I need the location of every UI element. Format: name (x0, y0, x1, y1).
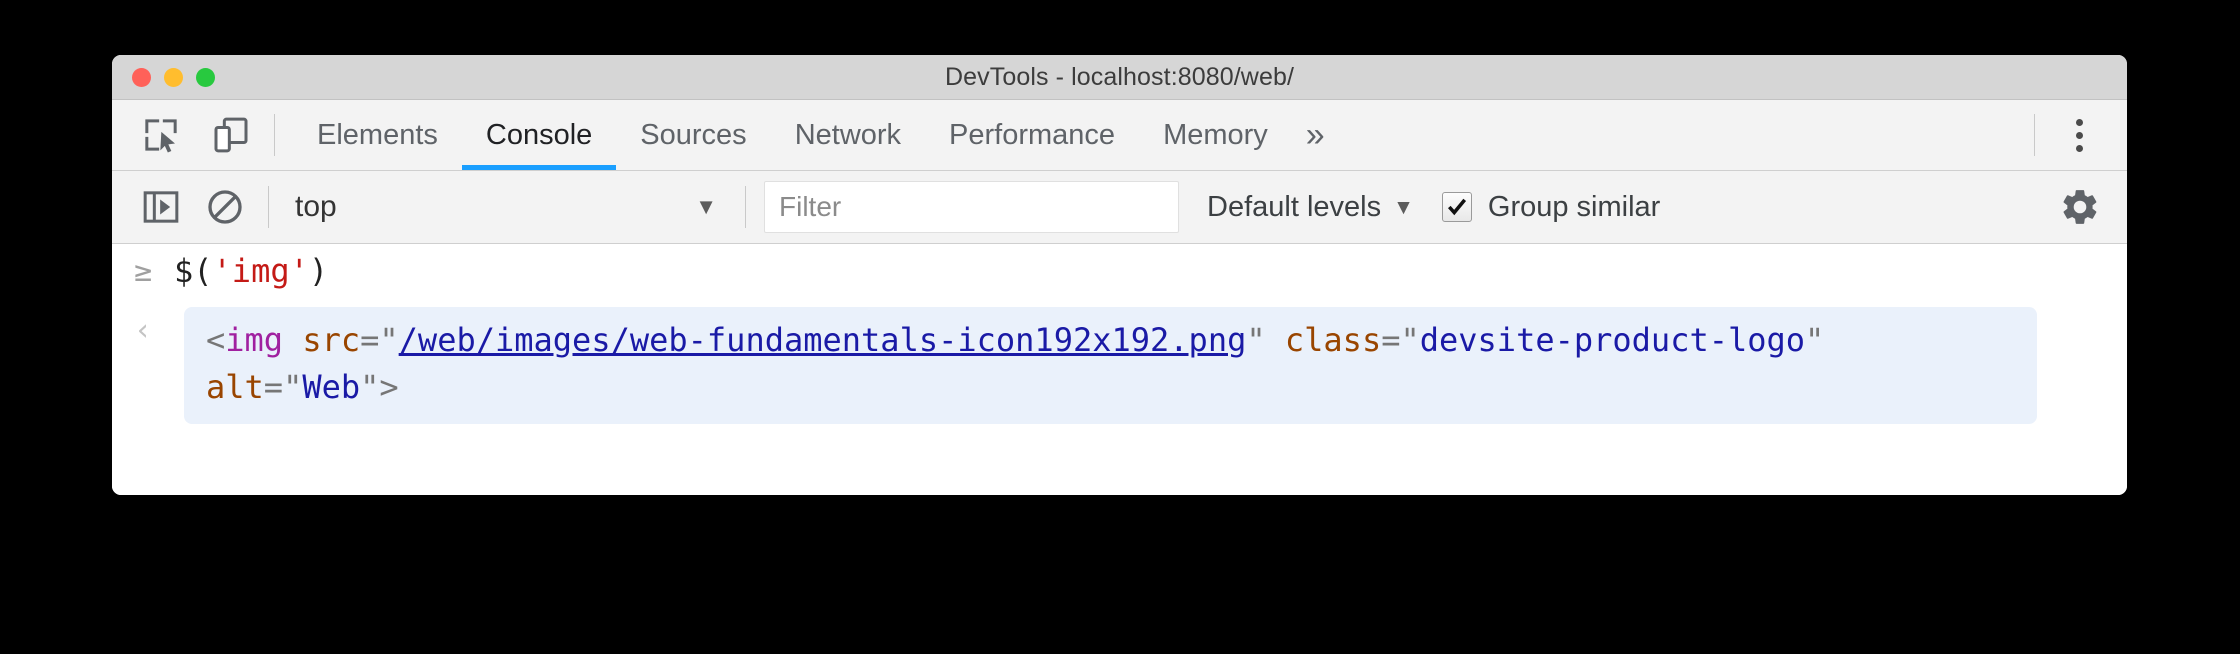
tab-performance[interactable]: Performance (925, 100, 1139, 170)
more-tabs-icon[interactable]: » (1292, 100, 1345, 170)
console-prompt-gutter: ≥ (112, 244, 174, 287)
console-result-value[interactable]: <img src="/web/images/web-fundamentals-i… (184, 307, 2037, 424)
minimize-window-button[interactable] (164, 67, 183, 87)
attr-quote: " (1246, 321, 1266, 360)
console-toolbar-divider-2 (745, 186, 746, 228)
console-input-expression: $('img') (174, 244, 328, 303)
log-levels-selector[interactable]: Default levels ▼ (1207, 191, 1414, 224)
inspect-element-glyph (145, 119, 177, 153)
console-result-row: ‹ <img src="/web/images/web-fundamentals… (112, 303, 2127, 424)
attr-name-class: class (1284, 321, 1382, 360)
devtools-tab-bar: Elements Console Sources Network Perform… (112, 100, 2127, 171)
input-suffix: ) (308, 252, 329, 290)
gear-glyph (2063, 190, 2097, 224)
tab-elements[interactable]: Elements (293, 100, 462, 170)
tab-memory[interactable]: Memory (1139, 100, 1292, 170)
chevron-down-icon: ▼ (1393, 195, 1414, 219)
attr-name-alt: alt (206, 367, 264, 406)
devtools-window: DevTools - localhost:8080/web/ Elements … (112, 55, 2127, 495)
tab-console[interactable]: Console (461, 100, 617, 170)
console-sidebar-icon[interactable] (136, 182, 186, 232)
more-options-icon[interactable] (2053, 109, 2105, 161)
title-bar: DevTools - localhost:8080/web/ (112, 55, 2127, 100)
tab-bar-divider (274, 114, 275, 156)
input-prefix: $( (174, 252, 213, 290)
gear-icon[interactable] (2055, 182, 2105, 232)
execution-context-selector[interactable]: top ▼ (287, 190, 727, 224)
console-sidebar-glyph (143, 191, 179, 223)
device-toolbar-icon[interactable] (206, 110, 256, 160)
group-similar-label: Group similar (1487, 190, 1661, 223)
window-title: DevTools - localhost:8080/web/ (944, 62, 1295, 91)
close-window-button[interactable] (132, 67, 151, 87)
group-similar-toggle[interactable]: Group similar (1441, 190, 1661, 224)
attr-quote: " (379, 321, 399, 360)
tag-open-bracket: < (206, 321, 226, 360)
console-input-row: ≥ $('img') (112, 244, 2127, 303)
attr-equals: = (360, 321, 380, 360)
kebab-dot (2075, 144, 2083, 152)
console-message-list[interactable]: ≥ $('img') ‹ <img src="/web/images/web-f… (112, 244, 2127, 495)
attr-quote: " (360, 367, 380, 406)
kebab-dot (2075, 131, 2083, 139)
device-toolbar-glyph (214, 117, 248, 153)
console-toolbar-divider (268, 186, 269, 228)
clear-console-glyph (208, 190, 242, 224)
inspect-element-icon[interactable] (136, 110, 186, 160)
prompt-arrow-icon: ≥ (133, 254, 153, 289)
attr-name-src: src (302, 321, 361, 360)
attr-value-src-link[interactable]: /web/images/web-fundamentals-icon192x192… (399, 321, 1247, 359)
attr-equals: = (263, 367, 284, 406)
group-similar-checkbox[interactable] (1441, 192, 1472, 222)
clear-console-icon[interactable] (200, 182, 250, 232)
panel-tabs: Elements Console Sources Network Perform… (293, 100, 1345, 170)
tab-sources[interactable]: Sources (616, 100, 770, 170)
tab-bar-right (2016, 109, 2127, 161)
console-toolbar-right (2055, 182, 2127, 232)
attr-quote: " (283, 367, 303, 406)
checkmark-icon (1447, 198, 1466, 216)
chevron-down-icon: ▼ (695, 194, 717, 219)
input-string-literal: 'img' (212, 252, 309, 290)
console-toolbar: top ▼ Default levels ▼ Group similar (112, 171, 2127, 244)
tab-bar-tools (112, 110, 256, 160)
execution-context-value: top (295, 190, 337, 223)
attr-quote: " (1805, 321, 1825, 360)
tag-close-bracket: > (379, 367, 399, 406)
console-result-gutter: ‹ (112, 303, 174, 346)
attr-equals: = (1381, 321, 1401, 360)
tab-network[interactable]: Network (771, 100, 925, 170)
tab-bar-divider-right (2034, 114, 2035, 156)
maximize-window-button[interactable] (196, 67, 215, 87)
attr-quote: " (1400, 321, 1420, 360)
attr-value-alt: Web (302, 367, 361, 406)
tag-name: img (225, 321, 284, 360)
window-controls (132, 55, 215, 99)
log-levels-label: Default levels (1207, 190, 1382, 223)
filter-input[interactable] (764, 181, 1179, 233)
attr-value-class: devsite-product-logo (1419, 321, 1806, 360)
result-arrow-icon: ‹ (133, 313, 153, 349)
kebab-dot (2075, 118, 2083, 126)
